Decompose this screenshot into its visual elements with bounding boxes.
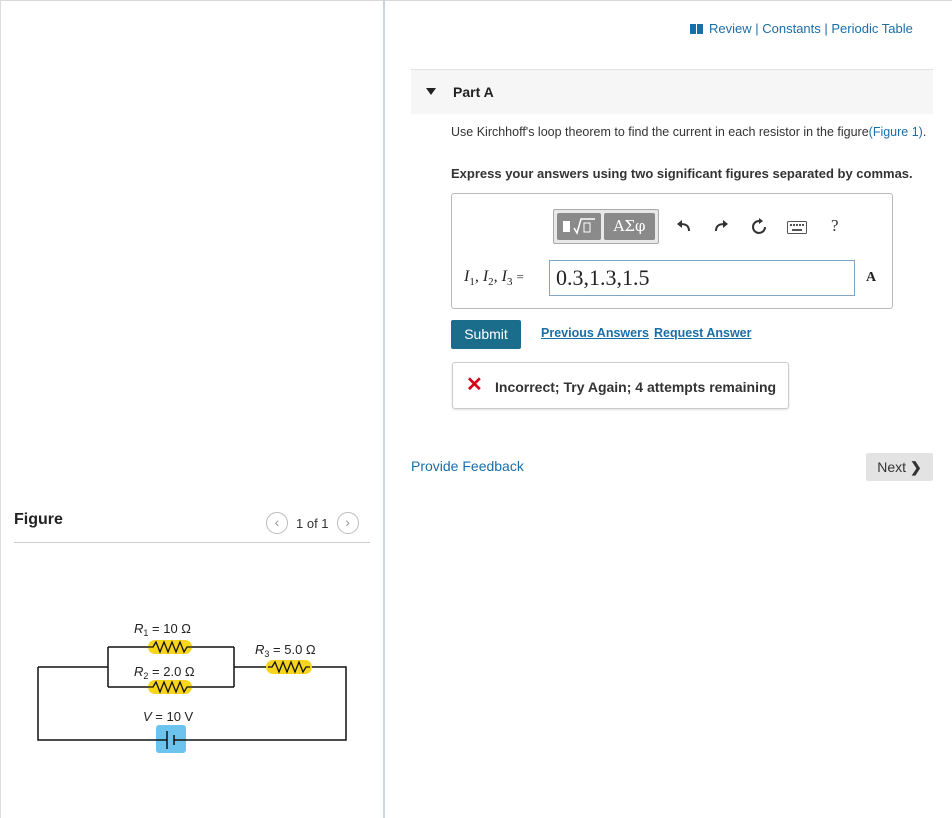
- instruction-text: Express your answers using two significa…: [451, 166, 913, 181]
- book-icon: [690, 24, 703, 34]
- periodic-table-link[interactable]: Periodic Table: [831, 21, 912, 36]
- greek-symbols-button[interactable]: ΑΣφ: [604, 213, 655, 240]
- r1-label: R1 = 10 Ω: [134, 621, 191, 638]
- figure-title: Figure: [14, 511, 63, 528]
- battery-highlight: [156, 725, 186, 753]
- collapse-triangle-icon[interactable]: [426, 88, 436, 95]
- figure-divider: [14, 542, 370, 543]
- chevron-right-icon: ›: [345, 514, 350, 530]
- undo-icon[interactable]: [676, 218, 692, 239]
- provide-feedback-link[interactable]: Provide Feedback: [411, 458, 524, 474]
- redo-icon[interactable]: [713, 218, 729, 239]
- pager-count: 1 of 1: [296, 515, 329, 531]
- circuit-diagram: R1 = 10 Ω R2 = 2.0 Ω R3 = 5.0 Ω V = 10 V: [37, 621, 347, 753]
- panel-splitter[interactable]: [383, 0, 385, 818]
- help-button[interactable]: ?: [831, 216, 839, 236]
- r2-label: R2 = 2.0 Ω: [134, 664, 195, 681]
- previous-answers-link[interactable]: Previous Answers: [541, 326, 649, 340]
- math-toolbar-group: ΑΣφ: [553, 209, 659, 244]
- feedback-status: Incorrect; Try Again; 4 attempts remaini…: [495, 379, 777, 395]
- r3-label: R3 = 5.0 Ω: [255, 642, 316, 659]
- header-links: Review | Constants | Periodic Table: [690, 21, 913, 36]
- prev-figure-button[interactable]: ‹: [266, 512, 288, 534]
- chevron-left-icon: ‹: [274, 514, 280, 530]
- template-sqrt-icon: [563, 218, 595, 235]
- templates-button[interactable]: [557, 213, 601, 240]
- next-button[interactable]: Next ❯: [866, 453, 933, 481]
- incorrect-x-icon: ✕: [466, 374, 483, 396]
- question-text: Use Kirchhoff's loop theorem to find the…: [451, 125, 927, 139]
- next-figure-button[interactable]: ›: [336, 512, 359, 534]
- v-label: V = 10 V: [143, 709, 194, 724]
- review-link[interactable]: Review: [709, 21, 752, 36]
- answer-input[interactable]: 0.3,1.3,1.5: [549, 260, 855, 296]
- submit-button[interactable]: Submit: [451, 320, 521, 349]
- part-a-label: Part A: [453, 84, 494, 100]
- constants-link[interactable]: Constants: [762, 21, 821, 36]
- figure-pager: ‹ 1 of 1 ›: [266, 512, 359, 534]
- request-answer-link[interactable]: Request Answer: [654, 326, 751, 340]
- keyboard-icon[interactable]: [787, 221, 807, 239]
- chevron-right-icon: ❯: [909, 459, 922, 475]
- unit-label: A: [866, 270, 877, 285]
- reset-icon[interactable]: [750, 218, 768, 241]
- variable-label: I1, I2, I3 =: [464, 268, 524, 289]
- figure-link[interactable]: (Figure 1): [869, 125, 923, 139]
